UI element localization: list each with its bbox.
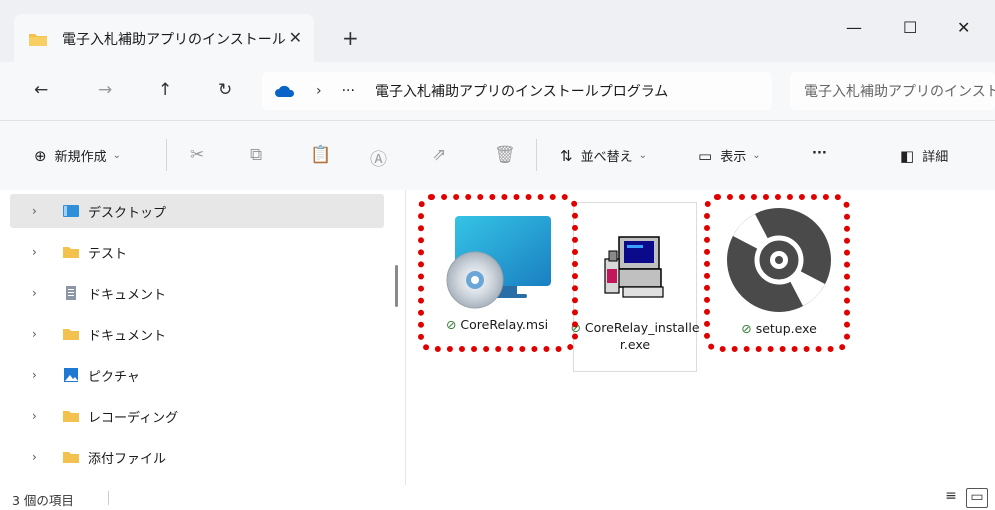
onedrive-cloud-icon xyxy=(275,85,295,97)
chevron-down-icon: ⌄ xyxy=(752,150,761,161)
expand-chevron-icon[interactable]: › xyxy=(32,286,54,300)
delete-icon[interactable]: 🗑 xyxy=(494,145,516,165)
sidebar-item-test[interactable]: › テスト xyxy=(10,235,384,269)
file-item-installer-exe[interactable]: ⊘ CoreRelay_installer.exe xyxy=(570,202,700,372)
cut-icon[interactable]: ✂ xyxy=(190,145,204,165)
new-label: 新規作成 xyxy=(54,150,107,165)
view-button[interactable]: ▭ 表示 ⌄ xyxy=(698,146,761,166)
navigation-bar: ← → ↑ ↻ › ··· 電子入札補助アプリのインストールプログラム 電子入札… xyxy=(0,62,995,120)
up-icon[interactable]: ↑ xyxy=(158,80,172,100)
plus-circle-icon: ⊕ xyxy=(34,146,47,165)
divider xyxy=(166,139,167,171)
tab-close-icon[interactable]: ✕ xyxy=(289,28,302,47)
refresh-icon[interactable]: ↻ xyxy=(218,80,232,100)
folder-icon xyxy=(63,452,79,463)
chevron-down-icon: ⌄ xyxy=(638,150,647,161)
sidebar-item-desktop[interactable]: › デスクトップ xyxy=(10,194,384,228)
share-icon[interactable]: ⇗ xyxy=(432,145,446,165)
details-pane-icon: ◧ xyxy=(900,146,915,165)
folder-icon xyxy=(29,34,47,46)
legacy-installer-icon xyxy=(604,236,664,298)
divider xyxy=(536,139,537,171)
folder-icon xyxy=(63,411,79,422)
details-view-icon[interactable]: ≡ xyxy=(940,488,962,508)
item-count: 3 個の項目 xyxy=(12,493,74,508)
sidebar-item-label: ドキュメント xyxy=(88,287,167,303)
document-icon xyxy=(66,286,76,300)
title-bar: 電子入札補助アプリのインストール ✕ + — ☐ ✕ xyxy=(0,0,995,64)
sort-button[interactable]: ⇅ 並べ替え ⌄ xyxy=(560,146,647,166)
sidebar-item-documents-folder[interactable]: › ドキュメント xyxy=(10,317,384,351)
sidebar-item-pictures[interactable]: › ピクチャ xyxy=(10,358,384,392)
rename-icon[interactable]: Ⓐ xyxy=(370,145,387,170)
highlight-box-setup xyxy=(704,194,850,352)
more-icon: ··· xyxy=(812,146,827,161)
highlight-box-msi xyxy=(418,194,578,352)
breadcrumb-overflow-button[interactable]: ··· xyxy=(342,83,355,99)
chevron-down-icon: ⌄ xyxy=(112,150,121,161)
pictures-icon xyxy=(64,368,78,382)
sidebar-item-label: ピクチャ xyxy=(88,369,140,385)
file-list: ⊘ CoreRelay.msi ⊘ CoreRelay_installer.exe … xyxy=(406,190,995,485)
view-label: 表示 xyxy=(720,150,747,165)
forward-icon[interactable]: → xyxy=(98,80,112,100)
copy-icon[interactable]: ⧉ xyxy=(250,145,262,165)
expand-chevron-icon[interactable]: › xyxy=(32,368,54,382)
folder-icon xyxy=(63,247,79,258)
sidebar-item-label: 添付ファイル xyxy=(88,451,167,467)
search-input[interactable]: 電子入札補助アプリのインストールプログラムの検索 xyxy=(790,72,995,110)
sort-icon: ⇅ xyxy=(560,146,573,165)
details-button[interactable]: ◧ 詳細 xyxy=(900,146,949,166)
status-bar: 3 個の項目 ≡ ▭ xyxy=(0,485,995,510)
details-label: 詳細 xyxy=(922,150,949,165)
sidebar-item-label: レコーディング xyxy=(88,410,179,426)
back-icon[interactable]: ← xyxy=(34,80,48,100)
close-button[interactable]: ✕ xyxy=(957,18,970,37)
desktop-icon xyxy=(63,205,79,217)
expand-chevron-icon[interactable]: › xyxy=(32,245,54,259)
navigation-pane: › デスクトップ › テスト › ドキュメント › ドキュメント › ピクチャ … xyxy=(0,190,400,485)
sort-label: 並べ替え xyxy=(580,150,633,165)
address-bar[interactable]: › ··· 電子入札補助アプリのインストールプログラム xyxy=(262,72,772,110)
sidebar-item-label: テスト xyxy=(88,246,128,262)
command-bar: ⊕ 新規作成 ⌄ ✂ ⧉ 📋 Ⓐ ⇗ 🗑 ⇅ 並べ替え ⌄ ▭ 表示 ⌄ ···… xyxy=(0,120,995,190)
tab-title: 電子入札補助アプリのインストール xyxy=(62,32,286,48)
sidebar-item-attachments[interactable]: › 添付ファイル xyxy=(10,440,384,474)
divider xyxy=(108,491,109,505)
sidebar-item-label: ドキュメント xyxy=(88,328,167,344)
breadcrumb-chevron-icon[interactable]: › xyxy=(316,83,322,99)
expand-chevron-icon[interactable]: › xyxy=(32,204,54,218)
minimize-button[interactable]: — xyxy=(846,18,862,37)
tab-current[interactable]: 電子入札補助アプリのインストール ✕ xyxy=(14,14,314,64)
pane-resize-handle[interactable] xyxy=(395,265,398,307)
large-icons-view-icon[interactable]: ▭ xyxy=(966,488,988,508)
sidebar-item-label: デスクトップ xyxy=(88,205,167,221)
new-tab-button[interactable]: + xyxy=(342,26,359,50)
expand-chevron-icon[interactable]: › xyxy=(32,450,54,464)
sidebar-item-recordings[interactable]: › レコーディング xyxy=(10,399,384,433)
more-options-button[interactable]: ··· xyxy=(812,146,827,161)
sidebar-item-documents[interactable]: › ドキュメント xyxy=(10,276,384,310)
view-icon: ▭ xyxy=(698,146,713,165)
new-button[interactable]: ⊕ 新規作成 ⌄ xyxy=(34,146,121,166)
paste-icon[interactable]: 📋 xyxy=(310,145,331,165)
maximize-button[interactable]: ☐ xyxy=(903,18,917,37)
search-placeholder: 電子入札補助アプリのインストールプログラムの検索 xyxy=(804,84,995,100)
breadcrumb-current[interactable]: 電子入札補助アプリのインストールプログラム xyxy=(375,81,668,101)
file-name: ⊘ CoreRelay_installer.exe xyxy=(570,320,700,352)
expand-chevron-icon[interactable]: › xyxy=(32,327,54,341)
expand-chevron-icon[interactable]: › xyxy=(32,409,54,423)
folder-icon xyxy=(63,329,79,340)
